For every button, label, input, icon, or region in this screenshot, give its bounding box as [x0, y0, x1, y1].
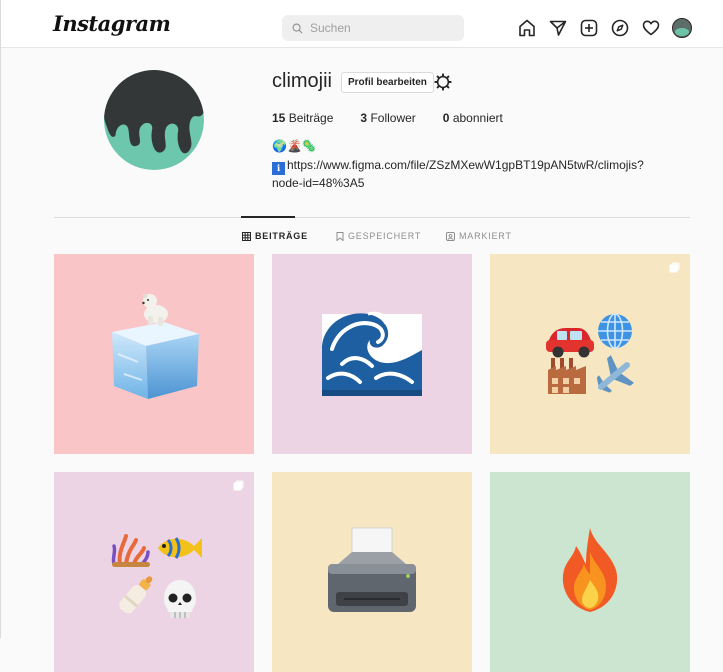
profile-avatar-icon[interactable]	[672, 18, 692, 38]
new-post-icon[interactable]	[578, 17, 600, 39]
tab-saved-label: GESPEICHERT	[348, 231, 422, 241]
water-wave-emoji	[322, 311, 422, 396]
profile-avatar[interactable]	[104, 70, 204, 170]
grid-icon	[242, 231, 251, 241]
post-tile-3[interactable]	[490, 254, 690, 454]
followers-stat[interactable]: 3 Follower	[360, 111, 415, 125]
profile-stats: 15 Beiträge 3 Follower 0 abonniert	[272, 111, 530, 125]
post-tile-2[interactable]	[272, 254, 472, 454]
posts-count: 15	[272, 111, 286, 125]
tab-tagged-label: MARKIERT	[459, 231, 512, 241]
info-icon: ℹ	[272, 162, 285, 175]
tag-portrait-icon	[446, 231, 455, 241]
search-box[interactable]	[282, 15, 464, 41]
activity-heart-icon[interactable]	[640, 17, 662, 39]
coral-fish-bottle-skull-emoji	[111, 534, 202, 618]
car-globe-factory-airplane-emoji	[546, 313, 634, 394]
post-tile-1[interactable]	[54, 254, 254, 454]
multiple-posts-icon	[669, 262, 680, 273]
multiple-posts-icon	[233, 480, 244, 491]
followers-label: Follower	[370, 111, 416, 125]
polar-bear-ice-emoji	[112, 293, 199, 399]
post-tile-5[interactable]	[272, 472, 472, 672]
direct-icon[interactable]	[547, 17, 569, 39]
following-label: abonniert	[452, 111, 503, 125]
settings-gear-icon[interactable]	[433, 72, 453, 92]
top-navigation-bar: Instagram	[1, 0, 723, 48]
app-frame: Instagram Suchen climojii Profil bearbei…	[0, 0, 723, 672]
tab-posts[interactable]: BEITRÄGE	[242, 231, 308, 241]
tab-tagged[interactable]: MARKIERT	[446, 231, 512, 241]
explore-icon[interactable]	[609, 17, 631, 39]
post-tile-6[interactable]	[490, 472, 690, 672]
bio-link[interactable]: https://www.figma.com/file/ZSzMXewW1gpBT…	[272, 158, 644, 190]
instagram-logo[interactable]: Instagram	[53, 11, 171, 36]
tab-saved[interactable]: GESPEICHERT	[336, 231, 421, 241]
fire-emoji	[562, 528, 618, 612]
search-icon	[292, 23, 303, 33]
following-stat[interactable]: 0 abonniert	[443, 111, 503, 125]
bio-link-line: ℹ https://www.figma.com/file/ZSzMXewW1gpB…	[272, 157, 652, 191]
tab-posts-label: BEITRÄGE	[255, 231, 308, 241]
bookmark-icon	[336, 231, 344, 241]
active-tab-indicator	[241, 216, 295, 218]
nav-icons	[516, 17, 692, 39]
posts-stat: 15 Beiträge	[272, 111, 333, 125]
printer-emoji	[328, 527, 416, 612]
search-input[interactable]	[310, 21, 450, 35]
posts-label: Beiträge	[288, 111, 334, 125]
bio-emoji: 🌍🌋🦠	[272, 139, 317, 153]
following-count: 0	[442, 111, 450, 125]
home-icon[interactable]	[516, 17, 538, 39]
followers-count: 3	[360, 111, 368, 125]
tabs-divider	[54, 217, 690, 218]
profile-username: climojii	[272, 70, 332, 92]
post-tile-4[interactable]	[54, 472, 254, 672]
edit-profile-button[interactable]: Profil bearbeiten	[341, 72, 434, 93]
